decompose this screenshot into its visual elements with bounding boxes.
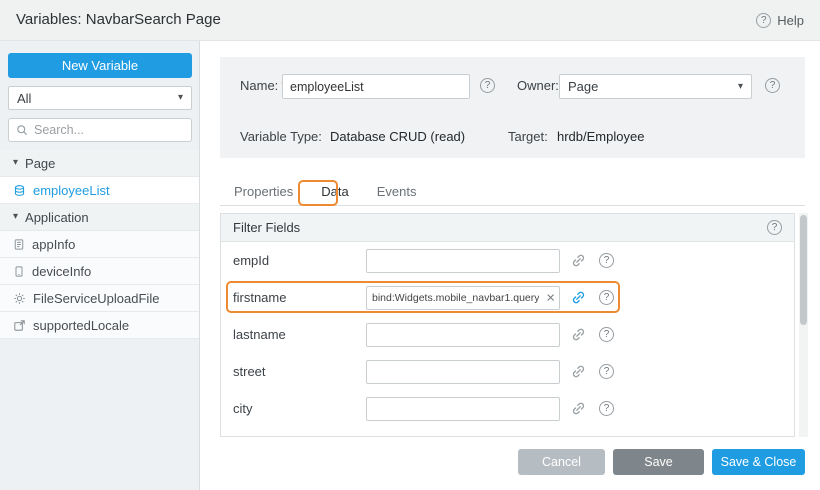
tree-item-label: deviceInfo	[32, 264, 91, 279]
tree-item-label: employeeList	[33, 183, 110, 198]
tree-item-supportedlocale[interactable]: supportedLocale	[0, 312, 199, 339]
owner-select-value: Page	[568, 79, 598, 94]
tree-item-fileserviceuploadfile[interactable]: FileServiceUploadFile	[0, 285, 199, 312]
save-and-close-button[interactable]: Save & Close	[712, 449, 805, 475]
tree-item-label: appInfo	[32, 237, 75, 252]
field-help-icon[interactable]: ?	[599, 253, 614, 268]
field-help-icon[interactable]: ?	[599, 327, 614, 342]
scrollbar-thumb[interactable]	[800, 215, 807, 325]
tab-bar: Properties Data Events	[220, 179, 805, 206]
caret-down-icon: ▾	[178, 93, 183, 103]
panel-scrollbar[interactable]	[799, 213, 808, 437]
page-title: Variables: NavbarSearch Page	[16, 0, 221, 40]
tree-item-employeelist[interactable]: employeeList	[0, 177, 199, 204]
bound-input-wrap: ×	[366, 286, 560, 310]
field-help-icon[interactable]: ?	[599, 364, 614, 379]
street-input[interactable]	[366, 360, 560, 384]
field-help-icon[interactable]: ?	[599, 401, 614, 416]
tree-group-label: Page	[25, 156, 55, 171]
owner-label-text: Owner:	[517, 78, 559, 93]
variables-sidebar: New Variable All ▾ ▾ Page employeeList ▾…	[0, 41, 200, 490]
tab-properties[interactable]: Properties	[220, 179, 307, 205]
field-label: city	[233, 401, 366, 416]
tree-group-page[interactable]: ▾ Page	[0, 150, 199, 177]
filter-field-row-city: city ?	[221, 390, 794, 427]
filter-fields-title: Filter Fields	[233, 220, 300, 235]
tree-group-label: Application	[25, 210, 89, 225]
clear-binding-icon[interactable]: ×	[546, 290, 555, 305]
dialog-header: Variables: NavbarSearch Page ? Help	[0, 0, 820, 41]
variable-summary: Name:* ? Owner:* Page ▾ ? Variable Type:…	[220, 57, 805, 158]
field-help-icon[interactable]: ?	[599, 290, 614, 305]
name-label: Name:*	[240, 78, 286, 93]
locale-variable-icon	[13, 319, 26, 332]
variable-filter-select[interactable]: All ▾	[8, 86, 192, 110]
owner-select[interactable]: Page ▾	[559, 74, 752, 99]
caret-down-icon: ▾	[13, 158, 18, 168]
help-icon: ?	[756, 13, 771, 28]
search-icon	[16, 124, 28, 136]
field-label: lastname	[233, 327, 366, 342]
filter-fields-help-icon[interactable]: ?	[767, 220, 782, 235]
caret-down-icon: ▾	[13, 212, 18, 222]
tree-item-appinfo[interactable]: appInfo	[0, 231, 199, 258]
filter-field-row-lastname: lastname ?	[221, 316, 794, 353]
filter-field-row-empid: empId ?	[221, 242, 794, 279]
bind-link-icon[interactable]	[571, 327, 586, 342]
city-input[interactable]	[366, 397, 560, 421]
caret-down-icon: ▾	[738, 82, 743, 92]
target-value: hrdb/Employee	[557, 129, 644, 144]
tree-item-label: supportedLocale	[33, 318, 129, 333]
search-input[interactable]	[34, 123, 184, 137]
filter-field-row-street: street ?	[221, 353, 794, 390]
variable-tree: ▾ Page employeeList ▾ Application appInf…	[0, 150, 199, 339]
cancel-button[interactable]: Cancel	[518, 449, 605, 475]
name-label-text: Name:	[240, 78, 278, 93]
tab-data[interactable]: Data	[307, 179, 362, 205]
new-variable-button[interactable]: New Variable	[8, 53, 192, 78]
field-label: empId	[233, 253, 366, 268]
firstname-input[interactable]	[366, 286, 560, 310]
variable-filter-value: All	[17, 91, 31, 106]
bind-link-icon[interactable]	[571, 253, 586, 268]
bind-link-icon[interactable]	[571, 364, 586, 379]
name-help-icon[interactable]: ?	[480, 78, 495, 93]
lastname-input[interactable]	[366, 323, 560, 347]
bind-link-icon[interactable]	[571, 290, 586, 305]
target-label: Target:	[508, 129, 548, 144]
sidebar-search	[8, 118, 192, 142]
help-button[interactable]: ? Help	[756, 0, 804, 40]
info-variable-icon	[13, 238, 25, 251]
filter-fields-panel: Filter Fields ? empId ? firstname × ? la…	[220, 213, 795, 437]
tree-item-deviceinfo[interactable]: deviceInfo	[0, 258, 199, 285]
device-variable-icon	[13, 265, 25, 278]
name-input[interactable]	[282, 74, 470, 99]
save-button[interactable]: Save	[613, 449, 704, 475]
bind-link-icon[interactable]	[571, 401, 586, 416]
field-label: street	[233, 364, 366, 379]
filter-field-row-firstname: firstname × ?	[221, 279, 794, 316]
owner-help-icon[interactable]: ?	[765, 78, 780, 93]
database-variable-icon	[13, 184, 26, 197]
service-variable-icon	[13, 292, 26, 305]
empid-input[interactable]	[366, 249, 560, 273]
tab-events[interactable]: Events	[363, 179, 431, 205]
variable-type-value: Database CRUD (read)	[330, 129, 465, 144]
help-label: Help	[777, 13, 804, 28]
filter-fields-header: Filter Fields ?	[221, 214, 794, 242]
tree-item-label: FileServiceUploadFile	[33, 291, 159, 306]
tree-group-application[interactable]: ▾ Application	[0, 204, 199, 231]
field-label: firstname	[233, 290, 366, 305]
variable-type-label: Variable Type:	[240, 129, 322, 144]
